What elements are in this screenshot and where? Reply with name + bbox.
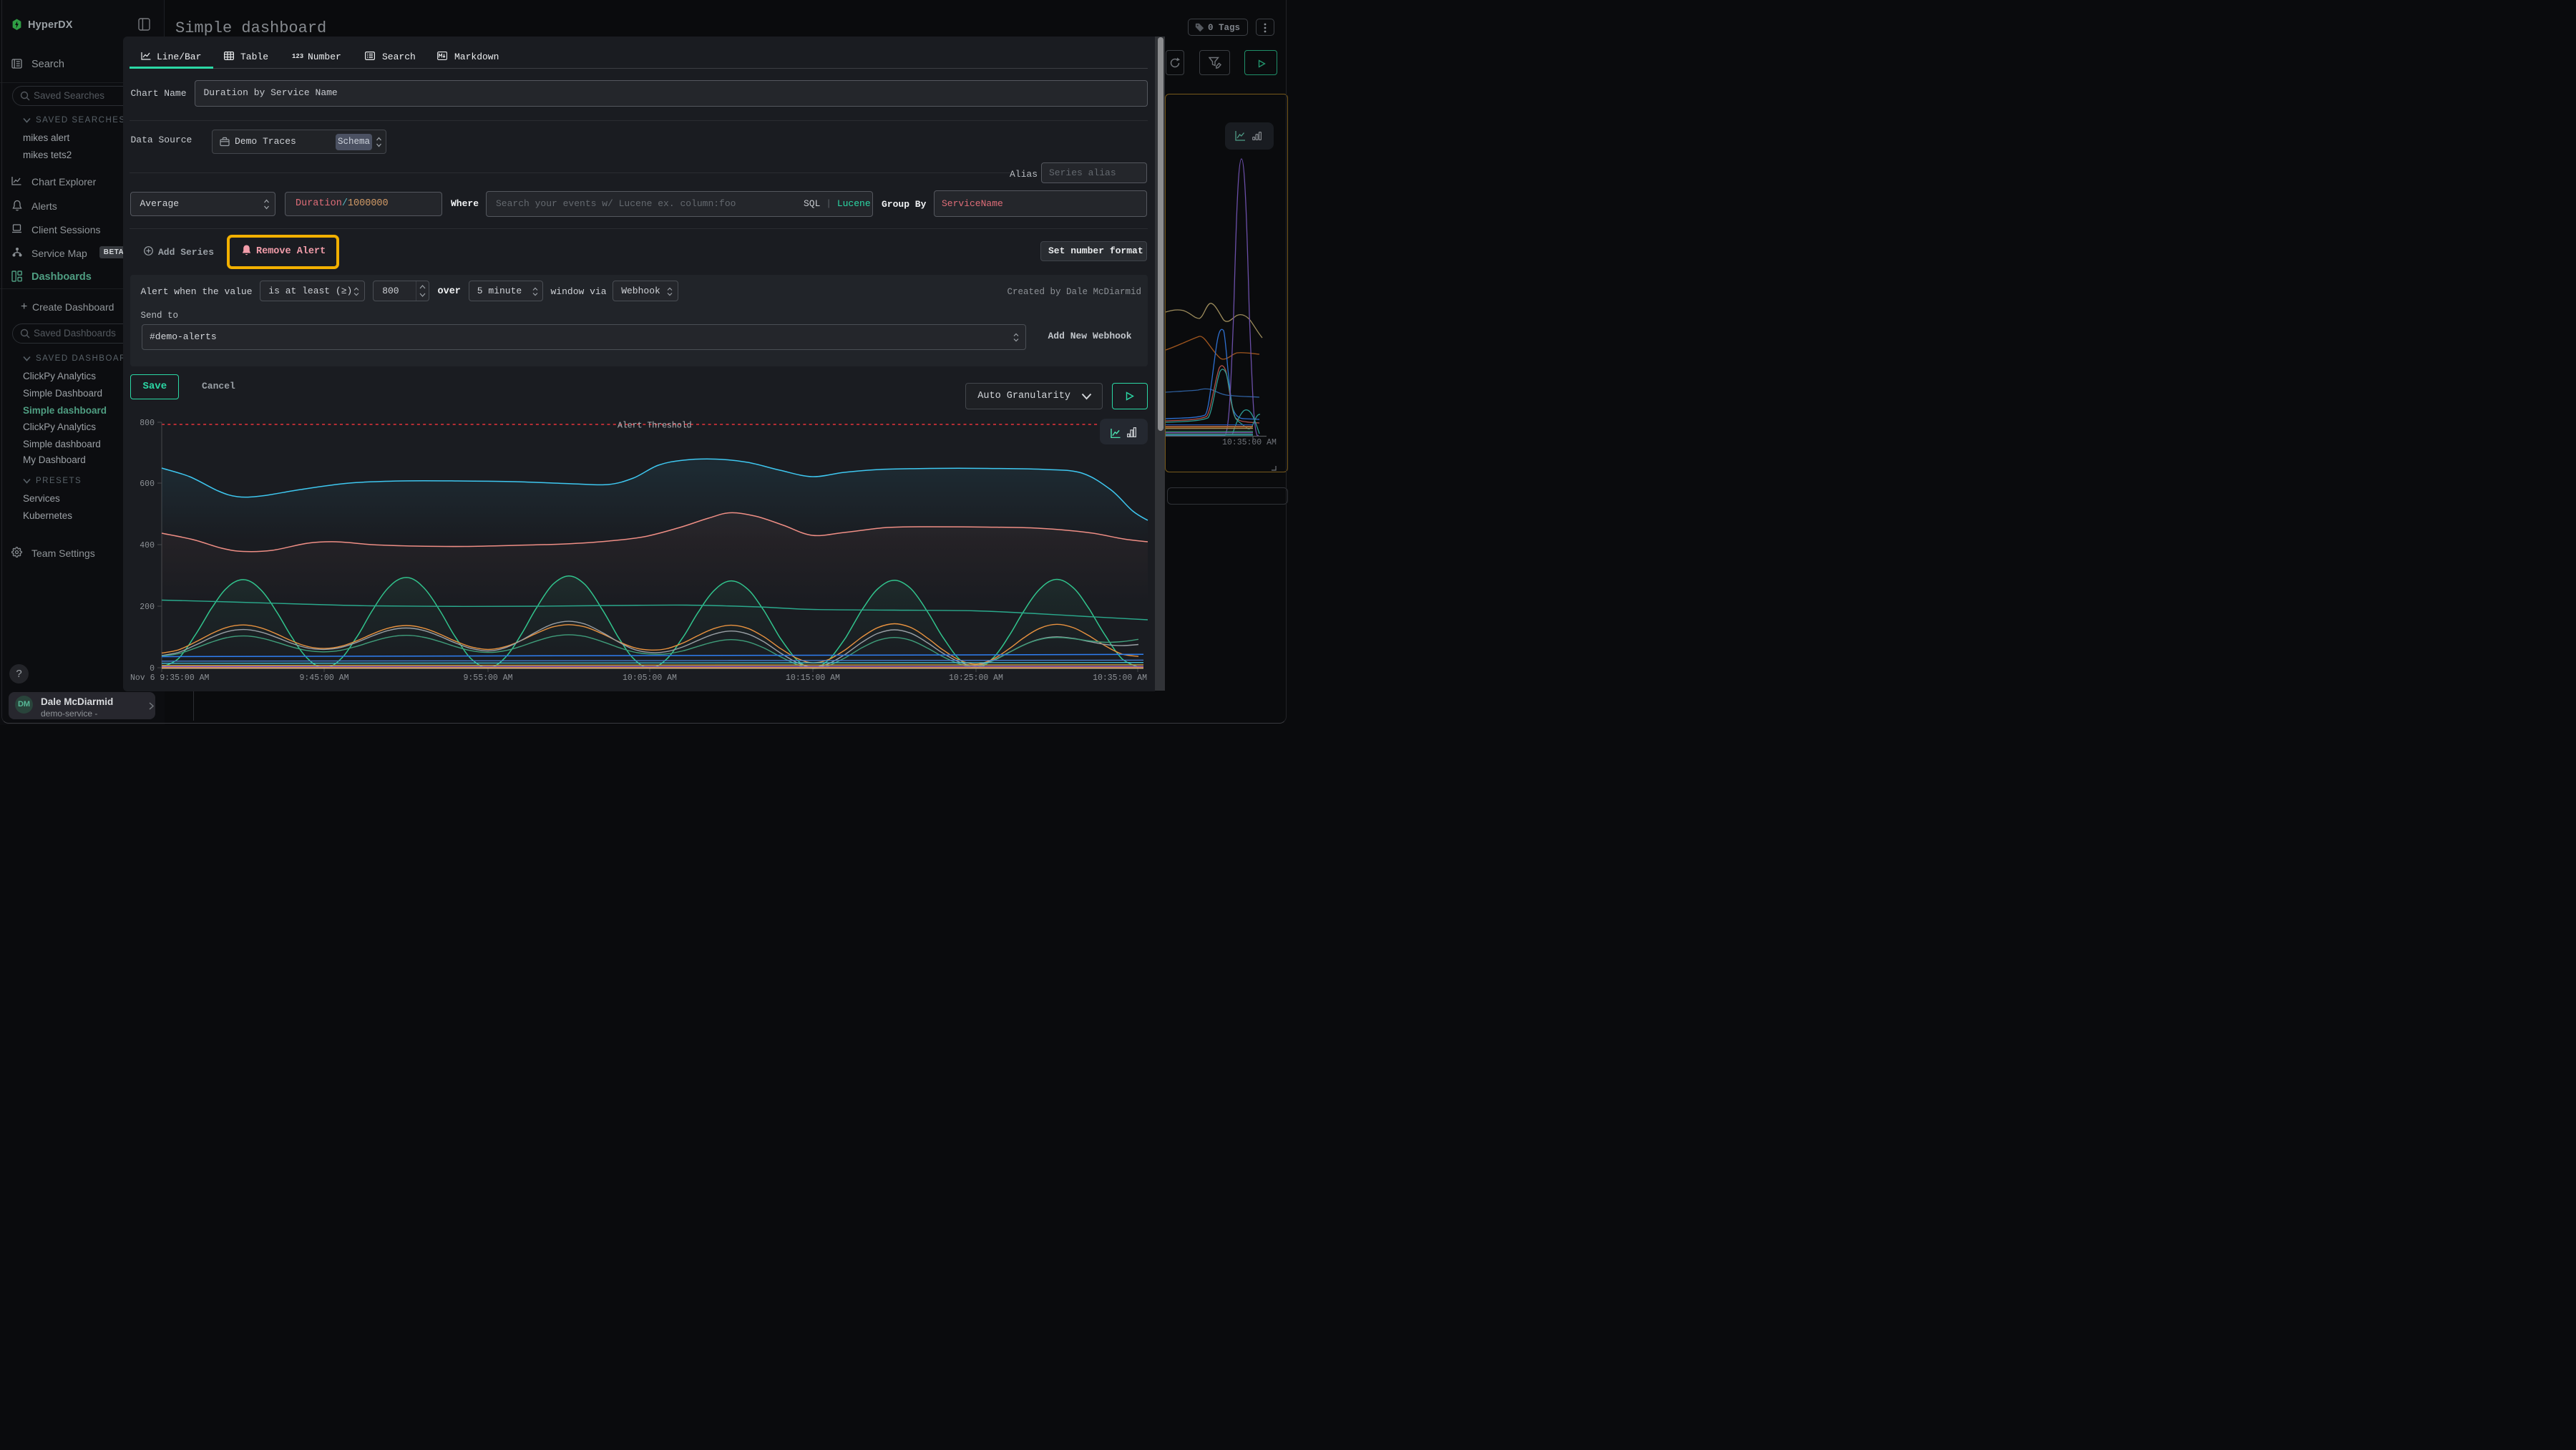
svg-text:Alert Threshold: Alert Threshold <box>618 422 692 431</box>
svg-text:0: 0 <box>150 664 155 673</box>
svg-text:400: 400 <box>140 541 155 550</box>
svg-text:Nov 6 9:35:00 AM: Nov 6 9:35:00 AM <box>130 673 210 683</box>
svg-text:10:25:00 AM: 10:25:00 AM <box>949 673 1003 683</box>
svg-text:10:35:00 AM: 10:35:00 AM <box>1093 673 1147 683</box>
svg-text:10:05:00 AM: 10:05:00 AM <box>623 673 677 683</box>
svg-text:10:15:00 AM: 10:15:00 AM <box>786 673 840 683</box>
svg-text:9:45:00 AM: 9:45:00 AM <box>299 673 348 683</box>
svg-text:800: 800 <box>140 419 155 428</box>
svg-text:200: 200 <box>140 603 155 612</box>
svg-text:600: 600 <box>140 480 155 489</box>
svg-text:9:55:00 AM: 9:55:00 AM <box>463 673 512 683</box>
